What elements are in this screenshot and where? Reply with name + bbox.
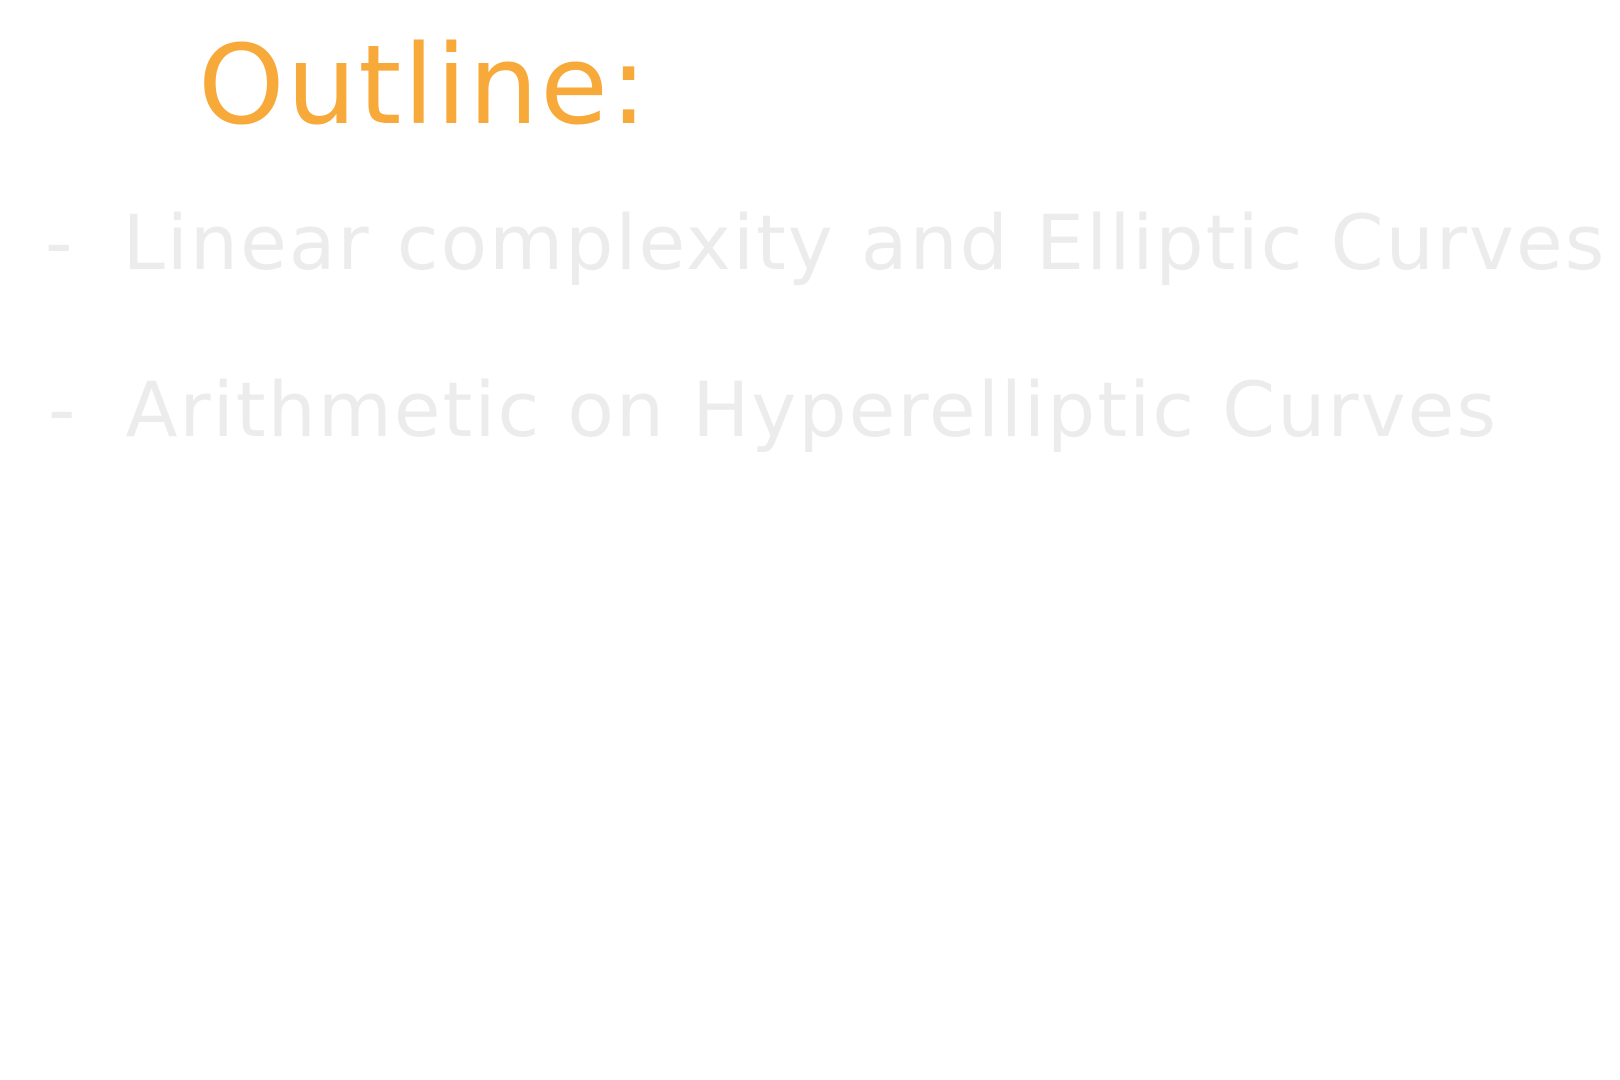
outline-item: - Linear complexity and Elliptic Curves (45, 205, 1606, 281)
slide-title: Outline: (198, 21, 650, 149)
outline-item: - Arithmetic on Hyperelliptic Curves (48, 372, 1498, 448)
bullet-dash: - (45, 198, 75, 287)
slide-canvas: Outline: - Linear complexity and Elliptic… (0, 0, 1620, 1080)
outline-item-text: Linear complexity and Elliptic Curves (122, 198, 1607, 287)
bullet-dash: - (48, 365, 78, 454)
outline-item-text: Arithmetic on Hyperelliptic Curves (125, 365, 1498, 454)
